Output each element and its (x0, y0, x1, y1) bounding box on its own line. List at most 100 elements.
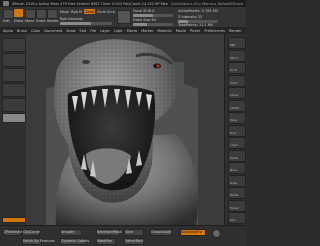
m-toggle[interactable]: M (79, 10, 82, 14)
shelf-scale-button[interactable]: Scale (228, 174, 246, 187)
clip-curve-button[interactable]: ClipCurve (22, 229, 40, 236)
sculptris-pro-button[interactable]: SculptrisPro (180, 229, 206, 236)
rgb-toggle[interactable]: Rgb (71, 10, 78, 14)
menu-picker[interactable]: Picker (190, 29, 200, 33)
backface-mask-button[interactable]: BackfaceMask (96, 229, 122, 236)
select-rect-button[interactable]: SelectRect (124, 238, 144, 245)
stroke-selector[interactable] (2, 53, 26, 67)
shelf-label: BPR (230, 44, 236, 47)
zadd-label: Zadd (85, 10, 94, 14)
rgb-intensity-slider[interactable] (60, 22, 112, 25)
shelf-label: AAHalf (230, 106, 239, 110)
shelf-spix-3-button[interactable]: SPix 3 (228, 49, 246, 62)
total-points-readout: TotalPoints: 11.1 Mil (178, 23, 213, 27)
shelf-actual-button[interactable]: Actual (228, 87, 246, 99)
shelf-label: Scale (230, 181, 237, 185)
shelf-label: Move (230, 169, 237, 172)
smooth-label: Smooth (61, 230, 75, 234)
polish-features-label: Polish By Features (23, 239, 55, 243)
zcut-toggle[interactable]: Zcut (107, 10, 115, 14)
draw-button[interactable] (14, 9, 23, 17)
mask-pen-label: MaskPen (97, 239, 113, 243)
alpha-selector[interactable] (2, 68, 26, 82)
menu-macro[interactable]: Macro (127, 29, 138, 33)
shelf-frame-button[interactable]: Frame (228, 149, 246, 162)
clip-curve-label: ClipCurve (23, 230, 40, 234)
brush-thumbnail[interactable] (117, 10, 131, 24)
polish-features-button[interactable]: Polish By Features (22, 238, 55, 245)
slice-label: Slice (125, 230, 134, 234)
focal-shift-slider[interactable] (133, 14, 173, 17)
menu-alpha[interactable]: Alpha (3, 29, 13, 33)
shelf-scroll-button[interactable]: Scroll (228, 62, 246, 74)
shelf-solo-button[interactable]: Solo (228, 212, 246, 224)
draw-size-label: Draw Size 64 (133, 18, 157, 22)
menu-file[interactable]: File (90, 29, 96, 33)
document-canvas[interactable] (26, 34, 224, 225)
zsub-toggle[interactable]: Zsub (97, 10, 106, 14)
menu-light[interactable]: Light (114, 29, 123, 33)
dynamic-subdiv-button[interactable]: Dynamic Subdiv (60, 238, 90, 245)
material-selector[interactable] (2, 98, 26, 112)
shelf-label: Frame (230, 156, 239, 160)
menu-marker[interactable]: Marker (141, 29, 153, 33)
menu-movie[interactable]: Movie (176, 29, 186, 33)
title-right-menu[interactable]: QuickSave ▸ AC ▸ Menus ▸ DefaultZScript (171, 2, 243, 6)
menu-stencil[interactable]: Stencil (245, 29, 246, 33)
sphere-material-icon[interactable] (212, 229, 221, 238)
mask-pen-button[interactable]: MaskPen (96, 238, 116, 245)
smooth-button[interactable]: Smooth (60, 229, 82, 236)
shelf-label: Zoom (230, 81, 238, 85)
move-label: Move (25, 19, 35, 23)
mrgb-toggle[interactable]: Mrgb (60, 10, 69, 14)
eye-glint (156, 64, 160, 68)
menu-preferences[interactable]: Preferences (204, 29, 225, 33)
scale-label: Scale (36, 19, 46, 23)
top-toolbar: Edit Draw Move Scale Rotate Mrgb Rgb M Z… (0, 7, 246, 28)
menu-render[interactable]: Render (229, 29, 241, 33)
right-shelf: BPR SPix 3 Scroll Zoom Actual AAHalf Persp Floo… (224, 34, 247, 225)
edit-label: Edit (3, 19, 10, 23)
rotate-button[interactable] (47, 9, 58, 19)
texture-selector[interactable] (2, 83, 26, 97)
menu-material[interactable]: Material (157, 29, 171, 33)
title-bar: ZBrush 2018 ▸ Active Mem 479 Free Scratc… (0, 0, 246, 7)
slice-button[interactable]: Slice (124, 229, 144, 236)
shelf-rotate-button[interactable]: Rotate (228, 187, 246, 199)
shelf-move-button[interactable]: Move (228, 162, 246, 174)
rotate-label: Rotate (47, 19, 59, 23)
scale-button[interactable] (36, 9, 47, 19)
shelf-floor-button[interactable]: Floor (228, 124, 246, 137)
rgb-intensity-fill (60, 22, 92, 25)
groups-split-button[interactable]: GroupsSplit (150, 229, 172, 236)
menu-document[interactable]: Document (44, 29, 62, 33)
color-picker[interactable] (2, 113, 26, 123)
menu-brush[interactable]: Brush (17, 29, 27, 33)
brush-selector[interactable] (2, 38, 26, 52)
shelf-aahalf-button[interactable]: AAHalf (228, 99, 246, 112)
edit-button[interactable] (3, 9, 14, 19)
menu-edit[interactable]: Edit (80, 29, 87, 33)
menu-layer[interactable]: Layer (100, 29, 110, 33)
menu-color[interactable]: Color (31, 29, 40, 33)
shelf-transp-button[interactable]: Transp (228, 199, 246, 212)
focal-shift-fill (133, 14, 153, 17)
shelf-label: L.Sym (230, 144, 238, 147)
dynamic-subdiv-label: Dynamic Subdiv (61, 239, 90, 243)
draw-label: Draw (14, 19, 24, 23)
zremesher-button[interactable]: ZRemesher (3, 229, 24, 236)
shelf-persp-button[interactable]: Persp (228, 112, 246, 124)
menu-draw[interactable]: Draw (66, 29, 75, 33)
shelf-bpr-button[interactable]: BPR (228, 37, 246, 49)
sculptris-pro-label: SculptrisPro (181, 230, 202, 234)
draw-size-slider[interactable] (133, 23, 173, 26)
shelf-zoom-button[interactable]: Zoom (228, 74, 246, 87)
shelf-label: Actual (230, 94, 239, 97)
select-rect-label: SelectRect (125, 239, 144, 243)
trex-nostril (82, 60, 90, 64)
move-button[interactable] (25, 9, 36, 19)
bpr-button[interactable] (2, 217, 26, 223)
shelf-label: Solo (230, 219, 236, 222)
shelf-l-sym-button[interactable]: L.Sym (228, 137, 246, 149)
z-intensity-label: Z Intensity 25 (178, 15, 203, 19)
